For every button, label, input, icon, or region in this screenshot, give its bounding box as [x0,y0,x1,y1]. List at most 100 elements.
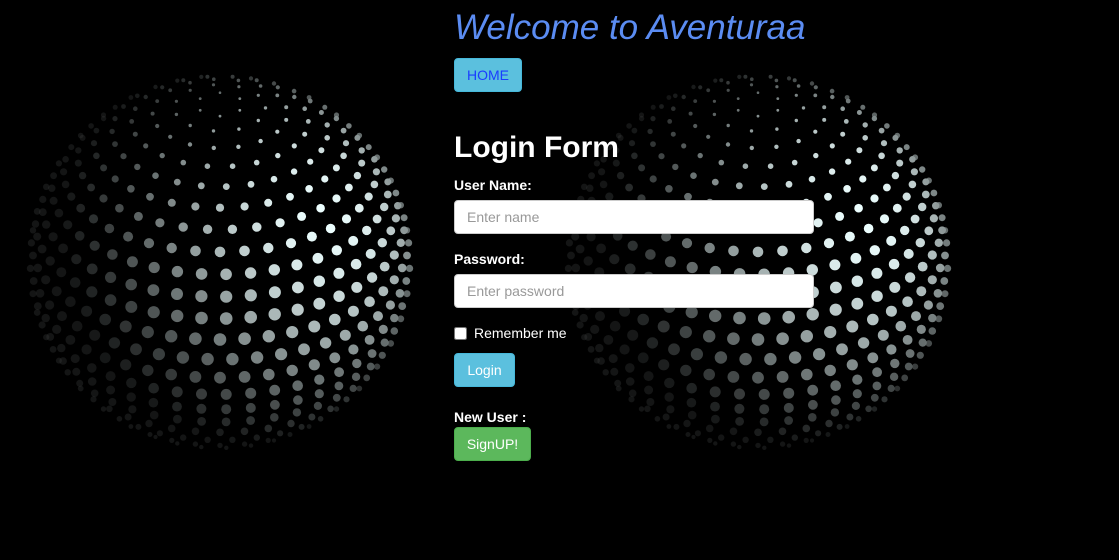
sphere-dot [704,242,715,254]
sphere-dot [314,374,325,385]
sphere-dot [135,423,142,430]
sphere-dot [902,192,911,201]
sphere-dot [603,335,614,345]
sphere-dot [813,129,818,134]
sphere-dot [31,220,40,228]
sphere-dot [268,264,280,276]
sphere-dot [37,244,47,254]
sphere-dot [291,259,303,271]
sphere-dot [197,417,207,426]
sphere-dot [142,364,154,377]
sphere-dot [88,123,94,129]
sphere-dot [126,256,138,268]
sphere-dot [192,441,199,447]
sphere-dot [89,240,100,251]
sphere-dot [927,275,937,285]
sphere-dot [575,244,585,254]
sphere-dot [286,364,298,377]
sphere-dot [646,398,655,406]
sphere-dot [145,419,153,428]
sphere-dot [813,348,826,361]
sphere-dot [244,267,257,279]
sphere-dot [643,371,654,382]
sphere-dot [291,303,304,316]
sphere-dot [198,97,202,100]
sphere-dot [871,267,883,279]
sphere-dot [877,329,889,341]
sphere-dot [385,300,395,310]
sphere-dot [878,152,885,160]
sphere-dot [396,238,405,247]
sphere-dot [348,344,359,355]
sphere-dot [165,330,178,343]
sphere-dot [844,424,850,429]
sphere-dot [351,372,361,381]
sphere-dot [637,352,649,364]
sphere-dot [263,106,268,110]
sphere-dot [380,202,389,212]
sphere-dot [100,112,107,118]
sphere-dot [189,371,202,383]
sphere-dot [830,380,841,392]
sphere-dot [220,388,232,400]
sphere-dot [33,309,41,316]
sphere-dot [188,80,192,85]
sphere-dot [825,432,831,437]
sphere-dot [168,88,173,93]
sphere-dot [405,239,413,247]
sphere-dot [923,300,933,310]
sphere-dot [628,396,635,403]
sphere-dot [743,74,748,79]
sphere-dot [638,406,645,412]
sphere-dot [175,78,180,83]
signup-button[interactable]: SignUP! [454,427,531,461]
sphere-dot [739,352,752,366]
sphere-dot [284,105,289,110]
sphere-dot [270,175,278,183]
sphere-dot [229,163,236,169]
sphere-dot [148,397,159,408]
sphere-dot [160,85,165,90]
sphere-dot [238,97,242,100]
sphere-dot [298,423,305,430]
sphere-dot [727,371,740,383]
sphere-dot [307,158,314,165]
home-button[interactable]: HOME [454,58,522,92]
sphere-dot [830,281,842,294]
sphere-dot [374,363,381,370]
sphere-dot [654,416,661,422]
sphere-dot [644,385,654,395]
dot-sphere-left [26,74,414,450]
sphere-dot [64,369,71,376]
sphere-dot [71,254,82,265]
sphere-dot [205,74,210,79]
sphere-dot [767,163,774,169]
sphere-dot [627,329,639,341]
sphere-dot [77,132,84,139]
sphere-dot [659,104,664,109]
sphere-dot [406,264,414,272]
sphere-dot [109,128,115,135]
sphere-dot [903,144,910,151]
sphere-dot [779,441,786,447]
remember-me-checkbox[interactable] [454,326,467,340]
sphere-dot [397,263,407,273]
password-input[interactable] [454,274,814,308]
sphere-dot [159,152,165,159]
sphere-dot [292,94,297,100]
sphere-dot [764,352,777,366]
username-input[interactable] [454,200,814,234]
sphere-dot [218,114,222,118]
sphere-dot [905,349,915,358]
sphere-dot [220,268,232,281]
login-button[interactable]: Login [454,353,515,387]
sphere-dot [76,379,84,387]
sphere-dot [886,344,897,355]
sphere-dot [275,348,288,361]
sphere-dot [835,211,845,221]
sphere-dot [152,172,159,179]
sphere-dot [852,374,863,385]
sphere-dot [598,168,606,176]
sphere-dot [851,275,863,287]
sphere-dot [43,183,50,190]
